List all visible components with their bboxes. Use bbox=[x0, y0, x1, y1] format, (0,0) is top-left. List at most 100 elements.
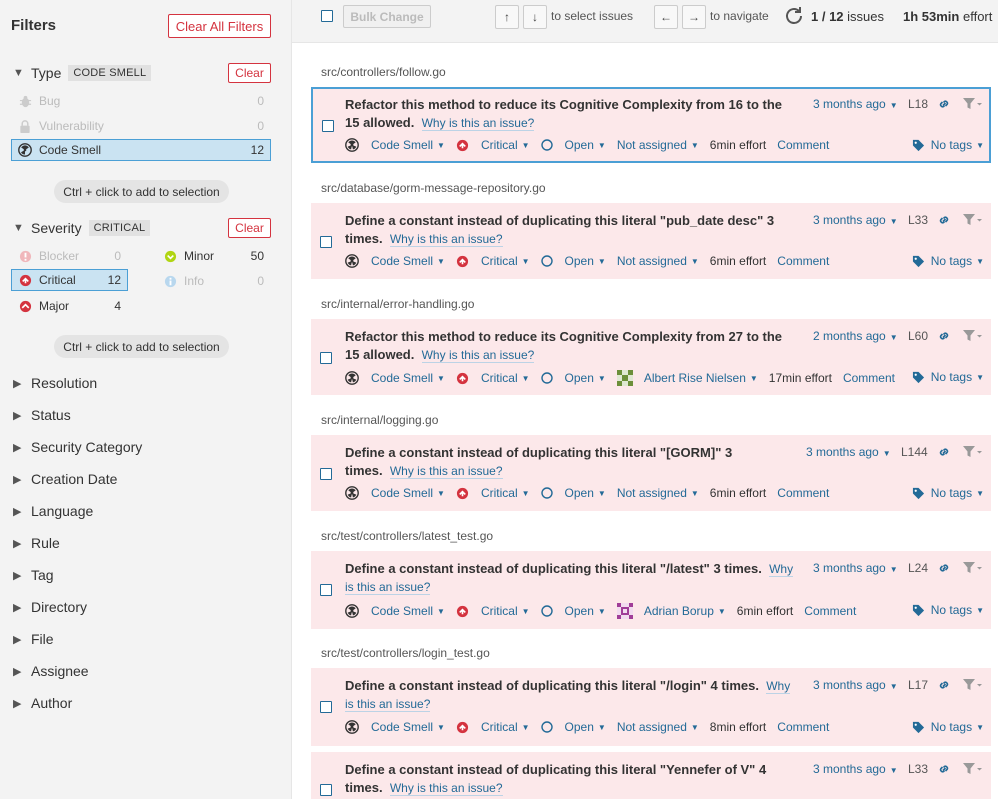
issue-type-dropdown[interactable]: Code Smell ▼ bbox=[345, 720, 445, 734]
issue-severity-dropdown[interactable]: Critical ▼ bbox=[456, 138, 530, 152]
issue-file-path[interactable]: src/test/controllers/latest_test.go bbox=[321, 529, 493, 543]
issue-assignee-dropdown[interactable]: Not assigned ▼ bbox=[617, 254, 699, 268]
comment-link[interactable]: Comment bbox=[843, 371, 895, 385]
clear-type-button[interactable]: Clear bbox=[228, 63, 271, 83]
issue-tags-dropdown[interactable]: No tags ▼ bbox=[912, 720, 984, 734]
facet-resolution[interactable]: ▶ Resolution bbox=[13, 375, 97, 391]
permalink-icon[interactable] bbox=[937, 561, 951, 578]
facet-item-info[interactable]: Info 0 bbox=[156, 270, 271, 292]
why-is-this-an-issue-link[interactable]: Why is this an issue? bbox=[389, 464, 503, 479]
filter-icon[interactable] bbox=[962, 445, 982, 462]
facet-assignee[interactable]: ▶ Assignee bbox=[13, 663, 89, 679]
why-is-this-an-issue-link[interactable]: Why is this an issue? bbox=[421, 348, 535, 363]
issue-checkbox[interactable] bbox=[320, 236, 332, 248]
facet-severity-header[interactable]: ▼ Severity CRITICAL bbox=[13, 220, 151, 236]
issue-file-path[interactable]: src/database/gorm-message-repository.go bbox=[321, 181, 546, 195]
permalink-icon[interactable] bbox=[937, 213, 951, 230]
facet-item-blocker[interactable]: Blocker 0 bbox=[11, 245, 128, 267]
facet-status[interactable]: ▶ Status bbox=[13, 407, 71, 423]
issue-message[interactable]: Refactor this method to reduce its Cogni… bbox=[345, 96, 795, 132]
issue-card[interactable]: Define a constant instead of duplicating… bbox=[311, 435, 991, 511]
permalink-icon[interactable] bbox=[937, 762, 951, 779]
facet-item-bug[interactable]: Bug 0 bbox=[11, 90, 271, 112]
issue-message[interactable]: Define a constant instead of duplicating… bbox=[345, 677, 795, 713]
facet-item-critical[interactable]: Critical 12 bbox=[11, 269, 128, 291]
facet-file[interactable]: ▶ File bbox=[13, 631, 54, 647]
issue-file-path[interactable]: src/test/controllers/login_test.go bbox=[321, 646, 490, 660]
issue-tags-dropdown[interactable]: No tags ▼ bbox=[912, 370, 984, 384]
why-is-this-an-issue-link[interactable]: Why is this an issue? bbox=[389, 232, 503, 247]
facet-directory[interactable]: ▶ Directory bbox=[13, 599, 87, 615]
issue-file-path[interactable]: src/controllers/follow.go bbox=[321, 65, 446, 79]
issue-date-dropdown[interactable]: 3 months ago ▼ bbox=[813, 762, 898, 776]
issue-type-dropdown[interactable]: Code Smell ▼ bbox=[345, 138, 445, 152]
facet-language[interactable]: ▶ Language bbox=[13, 503, 93, 519]
filter-icon[interactable] bbox=[962, 329, 982, 346]
permalink-icon[interactable] bbox=[937, 97, 951, 114]
why-is-this-an-issue-link[interactable]: Why is this an issue? bbox=[421, 116, 535, 131]
comment-link[interactable]: Comment bbox=[777, 486, 829, 500]
filter-icon[interactable] bbox=[962, 97, 982, 114]
clear-severity-button[interactable]: Clear bbox=[228, 218, 271, 238]
issue-assignee-dropdown[interactable]: Albert Rise Nielsen ▼ bbox=[616, 370, 758, 386]
issue-card[interactable]: Define a constant instead of duplicating… bbox=[311, 668, 991, 746]
facet-creation-date[interactable]: ▶ Creation Date bbox=[13, 471, 117, 487]
facet-type-header[interactable]: ▼ Type CODE SMELL bbox=[13, 65, 152, 81]
issue-assignee-dropdown[interactable]: Not assigned ▼ bbox=[617, 138, 699, 152]
comment-link[interactable]: Comment bbox=[804, 604, 856, 618]
comment-link[interactable]: Comment bbox=[777, 254, 829, 268]
permalink-icon[interactable] bbox=[937, 678, 951, 695]
issue-type-dropdown[interactable]: Code Smell ▼ bbox=[345, 486, 445, 500]
issue-assignee-dropdown[interactable]: Adrian Borup ▼ bbox=[616, 603, 726, 619]
issue-date-dropdown[interactable]: 2 months ago ▼ bbox=[813, 329, 898, 343]
issue-file-path[interactable]: src/internal/error-handling.go bbox=[321, 297, 474, 311]
issue-message[interactable]: Define a constant instead of duplicating… bbox=[345, 761, 795, 797]
issue-severity-dropdown[interactable]: Critical ▼ bbox=[456, 604, 530, 618]
issue-assignee-dropdown[interactable]: Not assigned ▼ bbox=[617, 720, 699, 734]
issue-severity-dropdown[interactable]: Critical ▼ bbox=[456, 486, 530, 500]
issue-assignee-dropdown[interactable]: Not assigned ▼ bbox=[617, 486, 699, 500]
issue-type-dropdown[interactable]: Code Smell ▼ bbox=[345, 371, 445, 385]
facet-author[interactable]: ▶ Author bbox=[13, 695, 72, 711]
issue-message[interactable]: Define a constant instead of duplicating… bbox=[345, 560, 795, 596]
facet-item-vulnerability[interactable]: Vulnerability 0 bbox=[11, 115, 271, 137]
issue-tags-dropdown[interactable]: No tags ▼ bbox=[912, 486, 984, 500]
issue-status-dropdown[interactable]: Open ▼ bbox=[540, 486, 606, 500]
issue-line-number[interactable]: L144 bbox=[901, 445, 928, 459]
issue-severity-dropdown[interactable]: Critical ▼ bbox=[456, 254, 530, 268]
facet-item-major[interactable]: Major 4 bbox=[11, 295, 128, 317]
issue-line-number[interactable]: L17 bbox=[908, 678, 928, 692]
issue-checkbox[interactable] bbox=[320, 701, 332, 713]
filter-icon[interactable] bbox=[962, 561, 982, 578]
issue-type-dropdown[interactable]: Code Smell ▼ bbox=[345, 604, 445, 618]
facet-tag[interactable]: ▶ Tag bbox=[13, 567, 54, 583]
permalink-icon[interactable] bbox=[937, 329, 951, 346]
issue-card[interactable]: Define a constant instead of duplicating… bbox=[311, 551, 991, 629]
permalink-icon[interactable] bbox=[937, 445, 951, 462]
issue-message[interactable]: Define a constant instead of duplicating… bbox=[345, 212, 795, 248]
filter-icon[interactable] bbox=[962, 678, 982, 695]
issue-line-number[interactable]: L33 bbox=[908, 213, 928, 227]
clear-all-filters-button[interactable]: Clear All Filters bbox=[168, 14, 271, 38]
issue-checkbox[interactable] bbox=[320, 352, 332, 364]
facet-rule[interactable]: ▶ Rule bbox=[13, 535, 60, 551]
issue-checkbox[interactable] bbox=[320, 584, 332, 596]
issue-message[interactable]: Define a constant instead of duplicating… bbox=[345, 444, 795, 480]
bulk-change-button[interactable]: Bulk Change bbox=[343, 5, 431, 28]
comment-link[interactable]: Comment bbox=[777, 720, 829, 734]
issue-card[interactable]: Refactor this method to reduce its Cogni… bbox=[311, 319, 991, 395]
issue-type-dropdown[interactable]: Code Smell ▼ bbox=[345, 254, 445, 268]
issue-status-dropdown[interactable]: Open ▼ bbox=[540, 604, 606, 618]
issue-message[interactable]: Refactor this method to reduce its Cogni… bbox=[345, 328, 795, 364]
filter-icon[interactable] bbox=[962, 762, 982, 779]
issue-severity-dropdown[interactable]: Critical ▼ bbox=[456, 720, 530, 734]
issue-checkbox[interactable] bbox=[320, 468, 332, 480]
issue-checkbox[interactable] bbox=[322, 120, 334, 132]
issue-status-dropdown[interactable]: Open ▼ bbox=[540, 720, 606, 734]
issue-card[interactable]: Refactor this method to reduce its Cogni… bbox=[311, 87, 991, 163]
issue-status-dropdown[interactable]: Open ▼ bbox=[540, 371, 606, 385]
issue-severity-dropdown[interactable]: Critical ▼ bbox=[456, 371, 530, 385]
issue-tags-dropdown[interactable]: No tags ▼ bbox=[912, 138, 984, 152]
filter-icon[interactable] bbox=[962, 213, 982, 230]
issue-date-dropdown[interactable]: 3 months ago ▼ bbox=[813, 97, 898, 111]
